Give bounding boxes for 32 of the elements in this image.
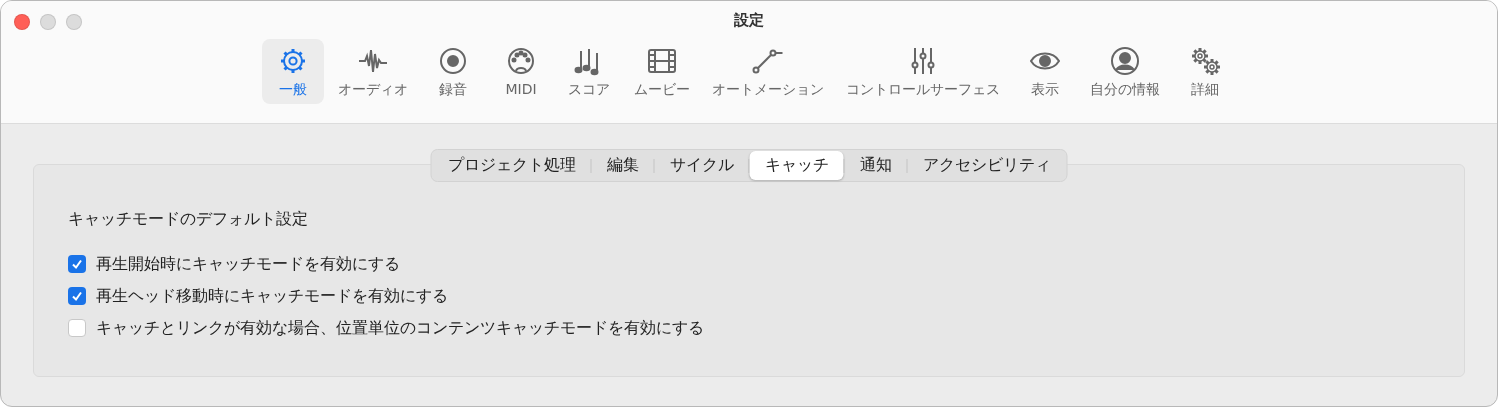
toolbar-tab[interactable]: 一般 [262, 39, 324, 104]
toolbar-tab[interactable]: スコア [558, 39, 620, 104]
person-icon [1109, 45, 1141, 77]
tab[interactable]: サイクル [654, 151, 749, 180]
midi-port-icon [505, 45, 537, 77]
checkbox[interactable] [68, 319, 86, 337]
toolbar-tab[interactable]: オートメーション [704, 39, 832, 104]
checkbox-label: 再生ヘッド移動時にキャッチモードを有効にする [96, 285, 448, 307]
tab[interactable]: 編集 [591, 151, 654, 180]
toolbar-tab[interactable]: コントロールサーフェス [838, 39, 1008, 104]
tab[interactable]: キャッチ [749, 151, 844, 180]
toolbar-tab[interactable]: ムービー [626, 39, 698, 104]
checkbox-label: 再生開始時にキャッチモードを有効にする [96, 253, 400, 275]
toolbar-tab[interactable]: MIDI [490, 39, 552, 104]
tab[interactable]: プロジェクト処理 [432, 151, 591, 180]
close-button[interactable] [14, 14, 30, 30]
window-title: 設定 [734, 11, 764, 30]
checkmark-icon [71, 258, 83, 270]
checkbox[interactable] [68, 255, 86, 273]
toolbar-tab[interactable]: 表示 [1014, 39, 1076, 104]
toolbar-tab[interactable]: 自分の情報 [1082, 39, 1168, 104]
gears-icon [1189, 45, 1221, 77]
toolbar-tab[interactable]: 詳細 [1174, 39, 1236, 104]
section-heading: キャッチモードのデフォルト設定 [68, 209, 309, 230]
checkbox[interactable] [68, 287, 86, 305]
checkmark-icon [71, 290, 83, 302]
checkbox-label: キャッチとリンクが有効な場合、位置単位のコンテンツキャッチモードを有効にする [96, 317, 704, 339]
toolbar-tab[interactable]: 録音 [422, 39, 484, 104]
tab[interactable]: アクセシビリティ [907, 151, 1066, 180]
tab[interactable]: 通知 [844, 151, 907, 180]
toolbar-tab[interactable]: オーディオ [330, 39, 416, 104]
record-icon [437, 45, 469, 77]
